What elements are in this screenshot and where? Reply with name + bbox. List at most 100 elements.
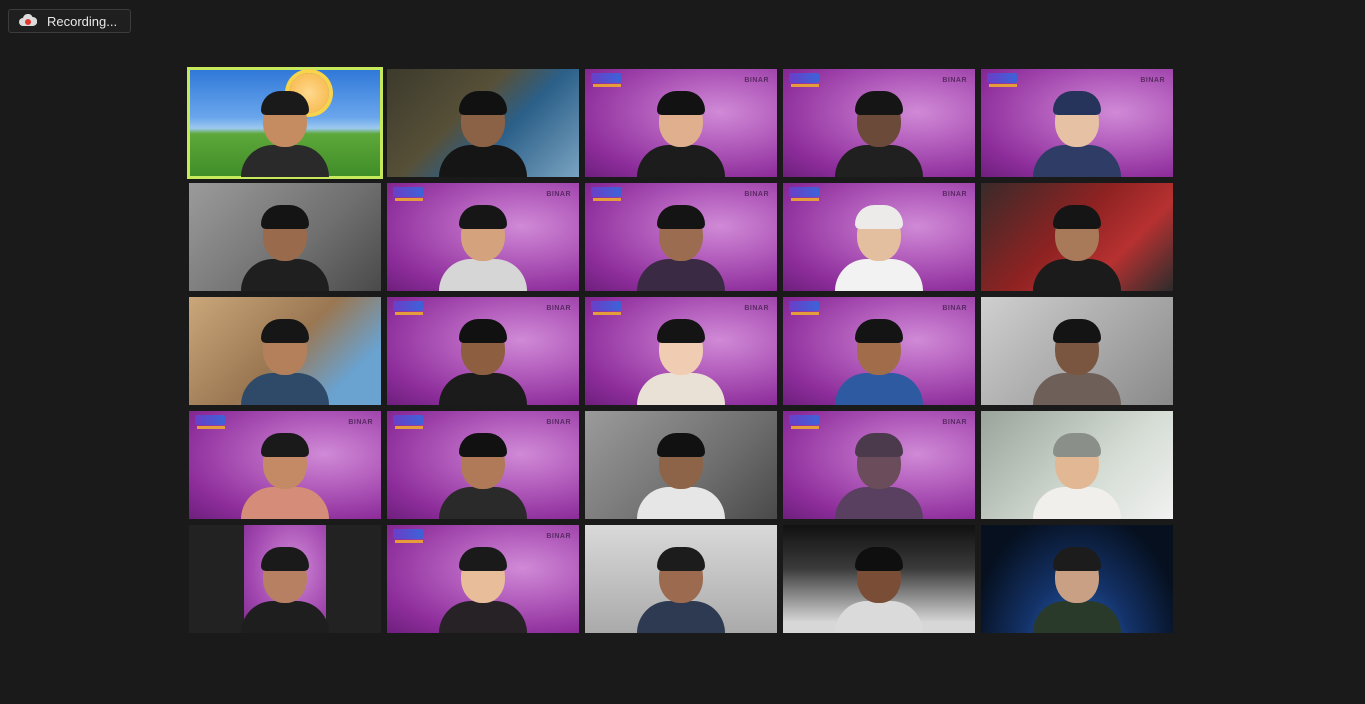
binar-logo: BINAR	[744, 77, 769, 84]
participant-body	[835, 145, 923, 177]
event-badge	[591, 73, 621, 87]
participant-video-tile[interactable]: BINAR	[585, 297, 777, 405]
participant-hair	[459, 547, 507, 571]
participant-body	[241, 145, 329, 177]
participant-body	[637, 145, 725, 177]
recording-label: Recording...	[47, 13, 118, 29]
participant-body	[241, 487, 329, 519]
participant-body	[439, 259, 527, 291]
participant-body	[1033, 145, 1121, 177]
participant-video-tile[interactable]	[189, 183, 381, 291]
binar-logo: BINAR	[942, 305, 967, 312]
participant-figure	[834, 77, 924, 177]
event-badge	[789, 301, 819, 315]
video-gallery: BINAR BINAR BINAR BINAR BINAR BINAR BINAR BINAR…	[187, 67, 1173, 633]
binar-logo: BINAR	[546, 305, 571, 312]
participant-body	[1033, 601, 1121, 633]
participant-video-tile[interactable]: BINAR	[981, 69, 1173, 177]
participant-figure	[1032, 419, 1122, 519]
participant-body	[637, 373, 725, 405]
participant-hair	[855, 319, 903, 343]
participant-video-tile[interactable]: BINAR	[783, 69, 975, 177]
participant-hair	[657, 319, 705, 343]
participant-figure	[438, 419, 528, 519]
participant-body	[637, 601, 725, 633]
binar-logo: BINAR	[942, 77, 967, 84]
participant-figure	[240, 191, 330, 291]
recording-indicator[interactable]: Recording...	[8, 9, 131, 33]
binar-logo: BINAR	[942, 419, 967, 426]
participant-hair	[1053, 205, 1101, 229]
binar-logo: BINAR	[744, 305, 769, 312]
participant-video-tile[interactable]	[585, 411, 777, 519]
participant-figure	[438, 191, 528, 291]
participant-body	[835, 601, 923, 633]
participant-hair	[855, 547, 903, 571]
participant-hair	[1053, 319, 1101, 343]
participant-figure	[1032, 191, 1122, 291]
participant-video-tile[interactable]	[981, 297, 1173, 405]
participant-video-tile[interactable]: BINAR	[783, 411, 975, 519]
participant-video-tile[interactable]	[387, 69, 579, 177]
participant-video-tile[interactable]	[981, 525, 1173, 633]
participant-figure	[438, 77, 528, 177]
participant-video-tile[interactable]	[783, 525, 975, 633]
participant-figure	[1032, 533, 1122, 633]
participant-hair	[657, 91, 705, 115]
participant-video-tile[interactable]: BINAR	[387, 297, 579, 405]
participant-video-tile[interactable]: BINAR	[783, 183, 975, 291]
participant-hair	[459, 319, 507, 343]
binar-logo: BINAR	[546, 191, 571, 198]
participant-body	[241, 601, 329, 633]
participant-hair	[657, 547, 705, 571]
participant-figure	[240, 77, 330, 177]
participant-hair	[1053, 433, 1101, 457]
participant-hair	[855, 433, 903, 457]
event-badge	[195, 415, 225, 429]
participant-video-tile[interactable]	[981, 183, 1173, 291]
participant-figure	[834, 191, 924, 291]
participant-body	[637, 259, 725, 291]
event-badge	[789, 187, 819, 201]
event-badge	[393, 187, 423, 201]
participant-video-tile[interactable]	[189, 525, 381, 633]
participant-hair	[657, 433, 705, 457]
event-badge	[789, 415, 819, 429]
binar-logo: BINAR	[1140, 77, 1165, 84]
event-badge	[393, 301, 423, 315]
participant-video-tile[interactable]	[585, 525, 777, 633]
participant-video-tile[interactable]: BINAR	[387, 183, 579, 291]
participant-video-tile[interactable]: BINAR	[585, 183, 777, 291]
participant-hair	[855, 91, 903, 115]
participant-figure	[438, 533, 528, 633]
participant-figure	[636, 533, 726, 633]
participant-figure	[240, 533, 330, 633]
participant-figure	[636, 77, 726, 177]
participant-video-tile[interactable]: BINAR	[585, 69, 777, 177]
participant-video-tile[interactable]	[189, 297, 381, 405]
participant-body	[241, 373, 329, 405]
participant-figure	[834, 305, 924, 405]
participant-video-tile[interactable]: BINAR	[189, 411, 381, 519]
participant-figure	[438, 305, 528, 405]
participant-video-tile[interactable]: BINAR	[387, 411, 579, 519]
participant-video-tile[interactable]	[981, 411, 1173, 519]
participant-figure	[834, 419, 924, 519]
event-badge	[591, 301, 621, 315]
participant-body	[835, 259, 923, 291]
participant-video-tile[interactable]: BINAR	[387, 525, 579, 633]
participant-body	[835, 373, 923, 405]
participant-hair	[855, 205, 903, 229]
participant-figure	[1032, 305, 1122, 405]
participant-figure	[1032, 77, 1122, 177]
participant-hair	[459, 433, 507, 457]
binar-logo: BINAR	[546, 419, 571, 426]
event-badge	[393, 529, 423, 543]
participant-hair	[459, 91, 507, 115]
participant-figure	[636, 305, 726, 405]
participant-hair	[1053, 547, 1101, 571]
participant-hair	[459, 205, 507, 229]
participant-video-tile[interactable]	[187, 67, 383, 179]
event-badge	[789, 73, 819, 87]
participant-video-tile[interactable]: BINAR	[783, 297, 975, 405]
